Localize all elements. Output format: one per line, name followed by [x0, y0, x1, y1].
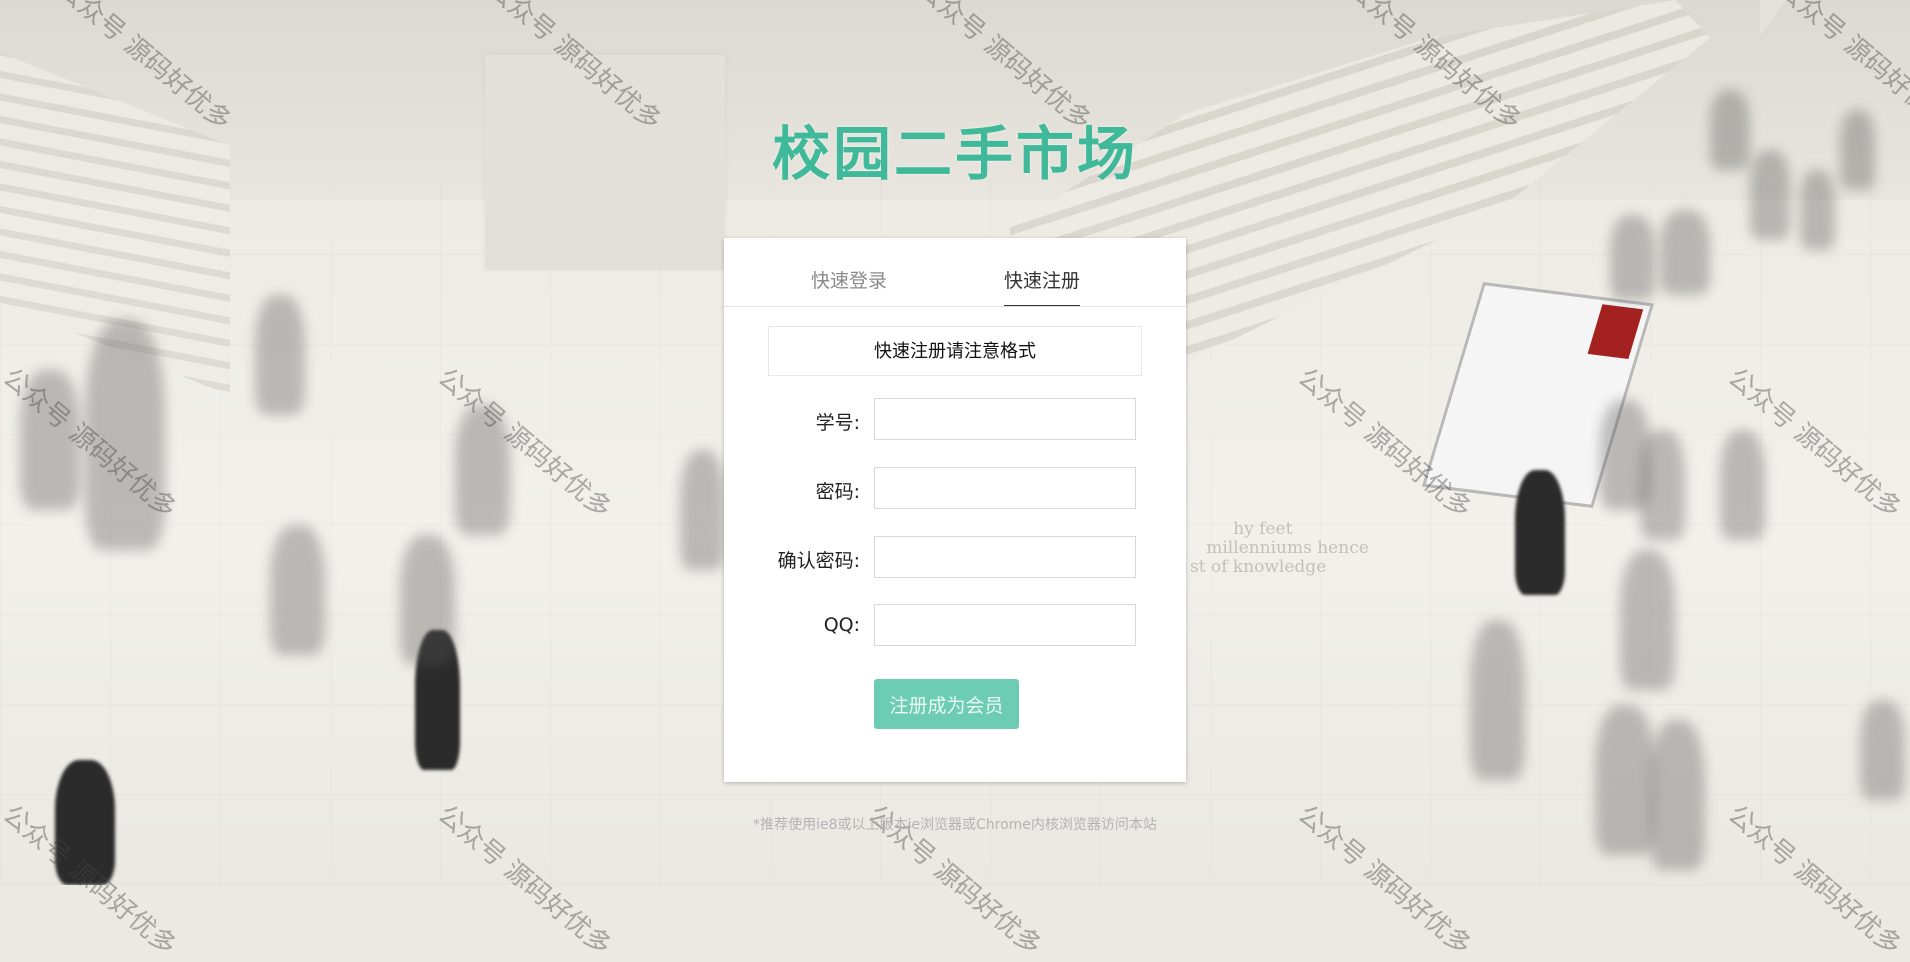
qq-label: QQ: — [823, 614, 860, 636]
person-silhouette — [1610, 215, 1655, 300]
person-silhouette — [1515, 470, 1565, 595]
person-silhouette — [400, 535, 455, 665]
student-id-label: 学号: — [815, 412, 860, 434]
person-silhouette — [1470, 620, 1525, 780]
person-silhouette — [680, 450, 725, 570]
auth-tabs: 快速登录 快速注册 — [724, 238, 1186, 307]
tab-quick-login[interactable]: 快速登录 — [811, 266, 887, 293]
tab-quick-register[interactable]: 快速注册 — [1004, 266, 1081, 306]
person-silhouette — [1660, 210, 1710, 295]
person-silhouette — [270, 525, 325, 655]
password-row: 密码: — [724, 467, 1186, 509]
auth-card: 快速登录 快速注册 快速注册请注意格式 学号: 密码: 确认密码: QQ: 注册… — [724, 238, 1186, 782]
confirm-password-label: 确认密码: — [777, 550, 860, 572]
browser-recommendation-note: *推荐使用ie8或以上版本ie浏览器或Chrome内核浏览器访问本站 — [753, 817, 1157, 833]
register-format-notice: 快速注册请注意格式 — [768, 326, 1142, 376]
person-silhouette — [1720, 430, 1765, 540]
qq-input[interactable] — [874, 604, 1136, 646]
background-engraving: hy feet millenniums hence st of knowledg… — [1190, 519, 1369, 577]
confirm-password-row: 确认密码: — [724, 536, 1186, 578]
confirm-password-input[interactable] — [874, 536, 1136, 578]
person-silhouette — [255, 295, 305, 415]
person-silhouette — [1640, 430, 1685, 540]
student-id-row: 学号: — [724, 398, 1186, 440]
password-input[interactable] — [874, 467, 1136, 509]
person-silhouette — [1860, 700, 1905, 800]
site-title: 校园二手市场 — [771, 120, 1138, 188]
qq-row: QQ: — [724, 604, 1186, 646]
person-silhouette — [1650, 720, 1705, 870]
person-silhouette — [1620, 550, 1675, 690]
password-label: 密码: — [815, 481, 860, 503]
register-submit-button[interactable]: 注册成为会员 — [874, 679, 1019, 729]
student-id-input[interactable] — [874, 398, 1136, 440]
